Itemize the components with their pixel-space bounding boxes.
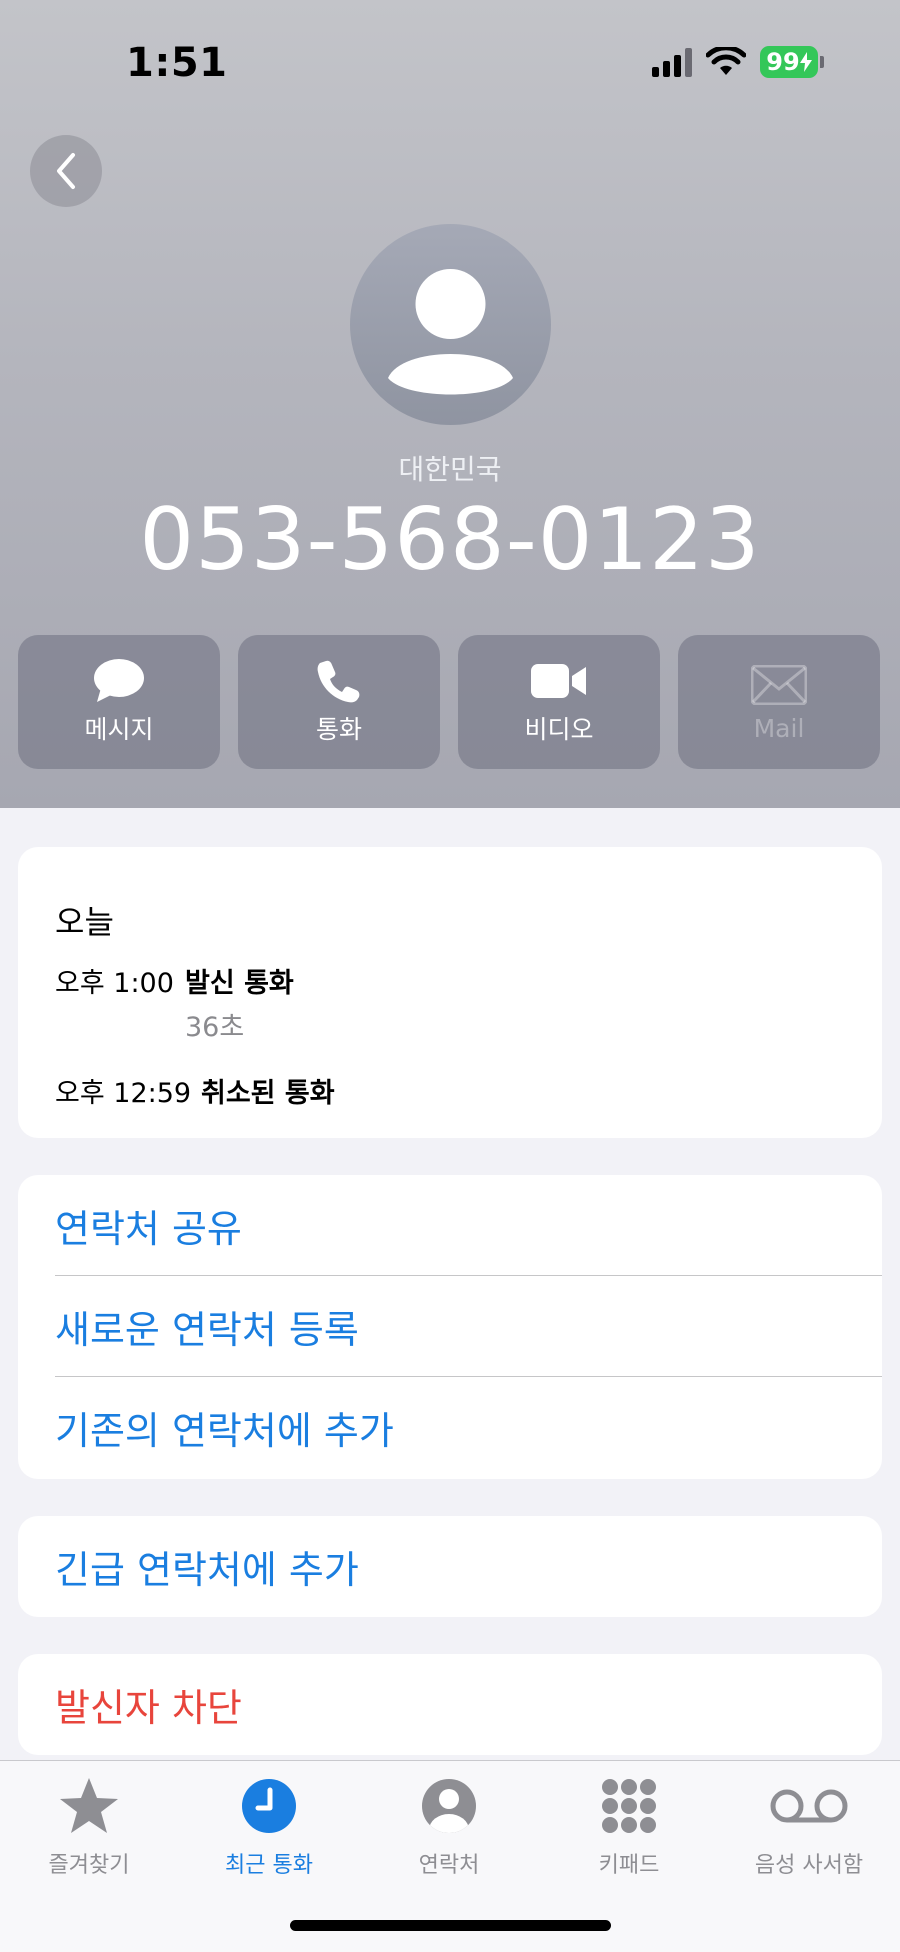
home-indicator[interactable]: [290, 1920, 611, 1931]
battery-indicator: 99: [760, 46, 824, 78]
add-to-existing-contact-button[interactable]: 기존의 연락처에 추가: [18, 1377, 882, 1478]
action-buttons: 메시지 통화 비디오 Mail: [18, 635, 882, 769]
tab-voicemail[interactable]: 음성 사서함: [729, 1775, 889, 1879]
call-duration: 36초: [185, 1012, 245, 1043]
person-placeholder-icon: [388, 269, 513, 395]
voicemail-icon: [770, 1789, 848, 1823]
contact-country: 대한민국: [398, 453, 502, 486]
charging-bolt-icon: [799, 52, 812, 72]
share-contact-button[interactable]: 연락처 공유: [18, 1175, 882, 1276]
add-to-emergency-contacts-button[interactable]: 긴급 연락처에 추가: [18, 1516, 882, 1617]
message-bubble-icon: [94, 659, 144, 702]
phone-icon: [317, 660, 360, 703]
keypad-icon: [602, 1779, 656, 1833]
tab-label: 최근 통화: [225, 1853, 313, 1878]
mail-button-label: Mail: [753, 713, 805, 743]
call-time: 오후 1:00: [55, 968, 174, 999]
block-card: 발신자 차단: [18, 1654, 882, 1755]
tab-label: 키패드: [598, 1853, 660, 1878]
star-icon: [60, 1778, 118, 1833]
call-type: 취소된 통화: [201, 1078, 335, 1109]
call-history-card: 오늘 오후 1:00 발신 통화 36초 오후 12:59 취소된 통화: [18, 847, 882, 1138]
tab-label: 음성 사서함: [754, 1853, 864, 1878]
clock-icon: [242, 1779, 296, 1833]
tab-label: 연락처: [418, 1853, 480, 1878]
tab-label: 즐겨찾기: [48, 1853, 130, 1878]
emergency-card: 긴급 연락처에 추가: [18, 1516, 882, 1617]
call-time: 오후 12:59: [55, 1078, 192, 1109]
wifi-icon: [706, 47, 746, 75]
tab-favorites[interactable]: 즐겨찾기: [9, 1775, 169, 1879]
message-button[interactable]: 메시지: [18, 635, 220, 769]
contact-header: 1:51 99 대한민국 053-568-0123 메시지 통화 비디오 Mai…: [0, 0, 900, 808]
chevron-left-icon: [57, 153, 75, 189]
video-button[interactable]: 비디오: [458, 635, 660, 769]
video-camera-icon: [531, 664, 586, 698]
contact-phone-number: 053-568-0123: [139, 490, 761, 590]
call-button-label: 통화: [315, 715, 362, 744]
battery-level: 99: [766, 48, 800, 76]
tab-recents[interactable]: 최근 통화: [189, 1775, 349, 1879]
back-button[interactable]: [30, 135, 102, 207]
cellular-signal-icon: [652, 47, 692, 77]
tab-keypad[interactable]: 키패드: [549, 1775, 709, 1879]
call-type: 발신 통화: [185, 968, 294, 999]
status-time: 1:51: [126, 40, 228, 86]
call-history-day: 오늘: [55, 903, 114, 941]
tab-contacts[interactable]: 연락처: [369, 1775, 529, 1879]
message-button-label: 메시지: [84, 715, 154, 744]
create-new-contact-button[interactable]: 새로운 연락처 등록: [18, 1276, 882, 1377]
status-icons: 99: [652, 46, 824, 78]
video-button-label: 비디오: [524, 715, 594, 744]
mail-button[interactable]: Mail: [678, 635, 880, 769]
block-caller-button[interactable]: 발신자 차단: [18, 1654, 882, 1755]
contact-avatar: [350, 224, 551, 425]
person-circle-icon: [422, 1779, 476, 1833]
contact-options-card: 연락처 공유 새로운 연락처 등록 기존의 연락처에 추가: [18, 1175, 882, 1479]
mail-envelope-icon: [751, 664, 807, 705]
call-button[interactable]: 통화: [238, 635, 440, 769]
